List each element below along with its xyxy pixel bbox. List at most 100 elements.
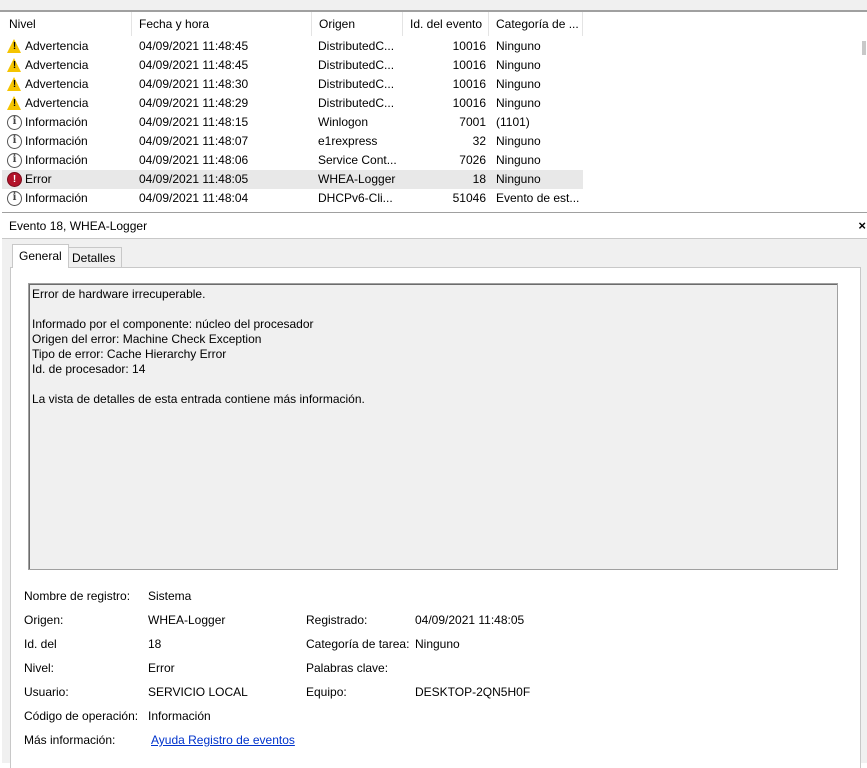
events-table[interactable]: Nivel Fecha y hora Origen Id. del evento… — [2, 12, 867, 210]
table-row[interactable]: i Información 04/09/2021 11:48:07 e1rexpres… — [2, 132, 583, 151]
event-message-box[interactable]: Error de hardware irrecuperable. Informa… — [28, 283, 838, 570]
table-row[interactable]: ! Advertencia 04/09/2021 11:48:30 Distribut… — [2, 75, 583, 94]
datetime-cell: 04/09/2021 11:48:30 — [139, 77, 249, 91]
category-cell: Ninguno — [496, 96, 541, 110]
datetime-cell: 04/09/2021 11:48:45 — [139, 58, 249, 72]
level-cell: i Información — [2, 113, 132, 132]
event-id-cell: 10016 — [452, 39, 486, 53]
level-cell: i Información — [2, 151, 132, 170]
log-name-value: Sistema — [148, 589, 192, 603]
error-icon: ! — [7, 172, 22, 187]
category-cell: Ninguno — [496, 134, 541, 148]
warning-icon: ! — [7, 77, 22, 92]
source-cell: DHCPv6-Cli... — [318, 191, 393, 205]
opcode-label: Código de operación: — [24, 709, 139, 723]
datetime-cell: 04/09/2021 11:48:45 — [139, 39, 249, 53]
table-row[interactable]: i Información 04/09/2021 11:48:04 DHCPv6-Cl… — [2, 189, 583, 208]
table-row[interactable]: ! Error 04/09/2021 11:48:05 WHEA-Logger 18 Ni… — [2, 170, 583, 189]
info-icon: i — [7, 153, 22, 168]
message-line: La vista de detalles de esta entrada con… — [32, 392, 365, 406]
event-detail-panel: Evento 18, WHEA-Logger × General Detalle… — [2, 212, 867, 768]
source-label: Origen: — [24, 613, 64, 627]
info-icon: i — [7, 134, 22, 149]
task-category-label: Categoría de tarea: — [306, 637, 410, 651]
source-cell: DistributedC... — [318, 77, 395, 91]
column-header-category[interactable]: Categoría de ... — [489, 12, 583, 36]
task-category-value: Ninguno — [415, 637, 460, 651]
table-row[interactable]: ! Advertencia 04/09/2021 11:48:45 Distribut… — [2, 56, 583, 75]
datetime-cell: 04/09/2021 11:48:07 — [139, 134, 249, 148]
column-header-level[interactable]: Nivel — [2, 12, 132, 36]
table-row[interactable]: i Información 04/09/2021 11:48:15 Winlogon 7… — [2, 113, 583, 132]
general-tab-page: Error de hardware irrecuperable. Informa… — [10, 267, 861, 768]
level-value: Error — [148, 661, 175, 675]
event-id-cell: 18 — [472, 172, 486, 186]
source-cell: DistributedC... — [318, 39, 395, 53]
user-label: Usuario: — [24, 685, 69, 699]
tab-details[interactable]: Detalles — [65, 247, 123, 268]
source-cell: DistributedC... — [318, 58, 395, 72]
datetime-cell: 04/09/2021 11:48:15 — [139, 115, 249, 129]
source-cell: e1rexpress — [318, 134, 378, 148]
datetime-cell: 04/09/2021 11:48:04 — [139, 191, 249, 205]
info-icon: i — [7, 115, 22, 130]
category-cell: Ninguno — [496, 77, 541, 91]
column-header-datetime[interactable]: Fecha y hora — [132, 12, 312, 36]
category-cell: Ninguno — [496, 58, 541, 72]
warning-icon: ! — [7, 96, 22, 111]
event-id-cell: 51046 — [452, 191, 486, 205]
event-id-label: Id. del — [24, 637, 57, 651]
category-cell: (1101) — [496, 115, 530, 129]
datetime-cell: 04/09/2021 11:48:05 — [139, 172, 249, 186]
computer-label: Equipo: — [306, 685, 347, 699]
user-value: SERVICIO LOCAL — [148, 685, 248, 699]
column-header-source[interactable]: Origen — [312, 12, 403, 36]
category-cell: Ninguno — [496, 39, 541, 53]
message-line: Id. de procesador: 14 — [32, 362, 146, 376]
logged-label: Registrado: — [306, 613, 368, 627]
message-line: Informado por el componente: núcleo del … — [32, 317, 314, 331]
info-icon: i — [7, 191, 22, 206]
level-text: Advertencia — [25, 96, 89, 110]
category-cell: Evento de est... — [496, 191, 580, 205]
tab-general[interactable]: General — [12, 244, 69, 268]
level-cell: i Información — [2, 189, 132, 208]
level-cell: i Información — [2, 132, 132, 151]
level-text: Información — [25, 153, 88, 167]
level-text: Advertencia — [25, 77, 89, 91]
table-row[interactable]: i Información 04/09/2021 11:48:06 Service C… — [2, 151, 583, 170]
column-header-event-id[interactable]: Id. del evento — [403, 12, 489, 36]
message-line: Origen del error: Machine Check Exceptio… — [32, 332, 262, 346]
level-cell: ! Advertencia — [2, 37, 132, 56]
level-text: Información — [25, 191, 88, 205]
more-info-link[interactable]: Ayuda Registro de eventos — [151, 733, 295, 747]
close-icon[interactable]: × — [858, 213, 866, 239]
message-line: Tipo de error: Cache Hierarchy Error — [32, 347, 227, 361]
event-id-cell: 10016 — [452, 58, 486, 72]
source-cell: WHEA-Logger — [318, 172, 396, 186]
opcode-value: Información — [148, 709, 211, 723]
warning-icon: ! — [7, 58, 22, 73]
scrollbar-thumb[interactable] — [862, 41, 866, 55]
category-cell: Ninguno — [496, 153, 541, 167]
level-text: Error — [25, 172, 52, 186]
log-name-label: Nombre de registro: — [24, 589, 131, 603]
category-cell: Ninguno — [496, 172, 541, 186]
table-row[interactable]: ! Advertencia 04/09/2021 11:48:29 Distribut… — [2, 94, 583, 113]
detail-title-bar: Evento 18, WHEA-Logger × — [2, 213, 867, 239]
window-top-border — [0, 0, 867, 12]
datetime-cell: 04/09/2021 11:48:06 — [139, 153, 249, 167]
table-row[interactable]: ! Advertencia 04/09/2021 11:48:45 Distribut… — [2, 37, 583, 56]
level-text: Información — [25, 134, 88, 148]
warning-icon: ! — [7, 39, 22, 54]
event-id-value: 18 — [148, 637, 162, 651]
level-text: Advertencia — [25, 39, 89, 53]
level-text: Información — [25, 115, 88, 129]
source-cell: DistributedC... — [318, 96, 395, 110]
detail-title: Evento 18, WHEA-Logger — [9, 219, 148, 233]
computer-value: DESKTOP-2QN5H0F — [415, 685, 531, 699]
source-cell: Service Cont... — [318, 153, 397, 167]
event-id-cell: 10016 — [452, 96, 486, 110]
more-info-label: Más información: — [24, 733, 116, 747]
vertical-scrollbar[interactable] — [861, 36, 867, 210]
